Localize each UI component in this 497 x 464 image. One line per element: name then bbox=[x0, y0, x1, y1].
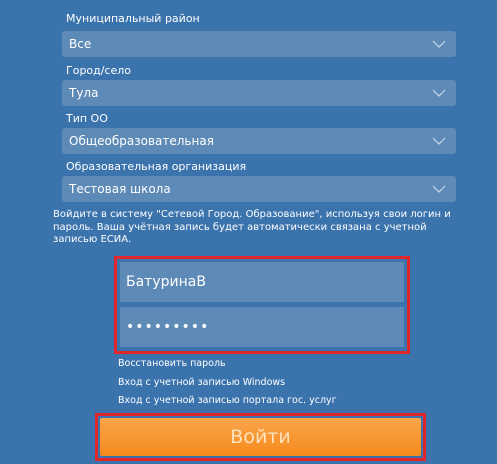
windows-login-link[interactable]: Вход с учетной записью Windows bbox=[118, 377, 285, 389]
chevron-down-icon bbox=[432, 184, 446, 194]
school-type-select-value: Общеобразовательная bbox=[69, 134, 214, 148]
school-type-select[interactable]: Общеобразовательная bbox=[62, 128, 456, 154]
city-select[interactable]: Тула bbox=[62, 80, 456, 106]
district-label: Муниципальный район bbox=[66, 12, 200, 25]
school-type-label: Тип ОО bbox=[66, 112, 108, 125]
credentials-highlight bbox=[114, 256, 410, 354]
organization-label: Образовательная организация bbox=[66, 160, 247, 173]
chevron-down-icon bbox=[432, 88, 446, 98]
login-info-text: Войдите в систему "Сетевой Город. Образо… bbox=[53, 209, 451, 245]
restore-password-link[interactable]: Восстановить пароль bbox=[118, 358, 226, 370]
chevron-down-icon bbox=[432, 39, 446, 49]
district-select-value: Все bbox=[69, 37, 92, 51]
login-button[interactable]: Войти bbox=[100, 418, 421, 456]
city-label: Город/село bbox=[66, 64, 132, 77]
login-page: Муниципальный район Все Город/село Тула … bbox=[0, 0, 497, 464]
district-select[interactable]: Все bbox=[62, 31, 456, 57]
password-input[interactable] bbox=[120, 307, 404, 347]
chevron-down-icon bbox=[432, 136, 446, 146]
organization-select-value: Тестовая школа bbox=[69, 182, 171, 196]
city-select-value: Тула bbox=[69, 86, 99, 100]
username-input[interactable] bbox=[120, 262, 404, 302]
gosuslugi-login-link[interactable]: Вход с учетной записью портала гос. услу… bbox=[118, 395, 337, 407]
organization-select[interactable]: Тестовая школа bbox=[62, 176, 456, 202]
login-button-highlight: Войти bbox=[95, 413, 426, 461]
